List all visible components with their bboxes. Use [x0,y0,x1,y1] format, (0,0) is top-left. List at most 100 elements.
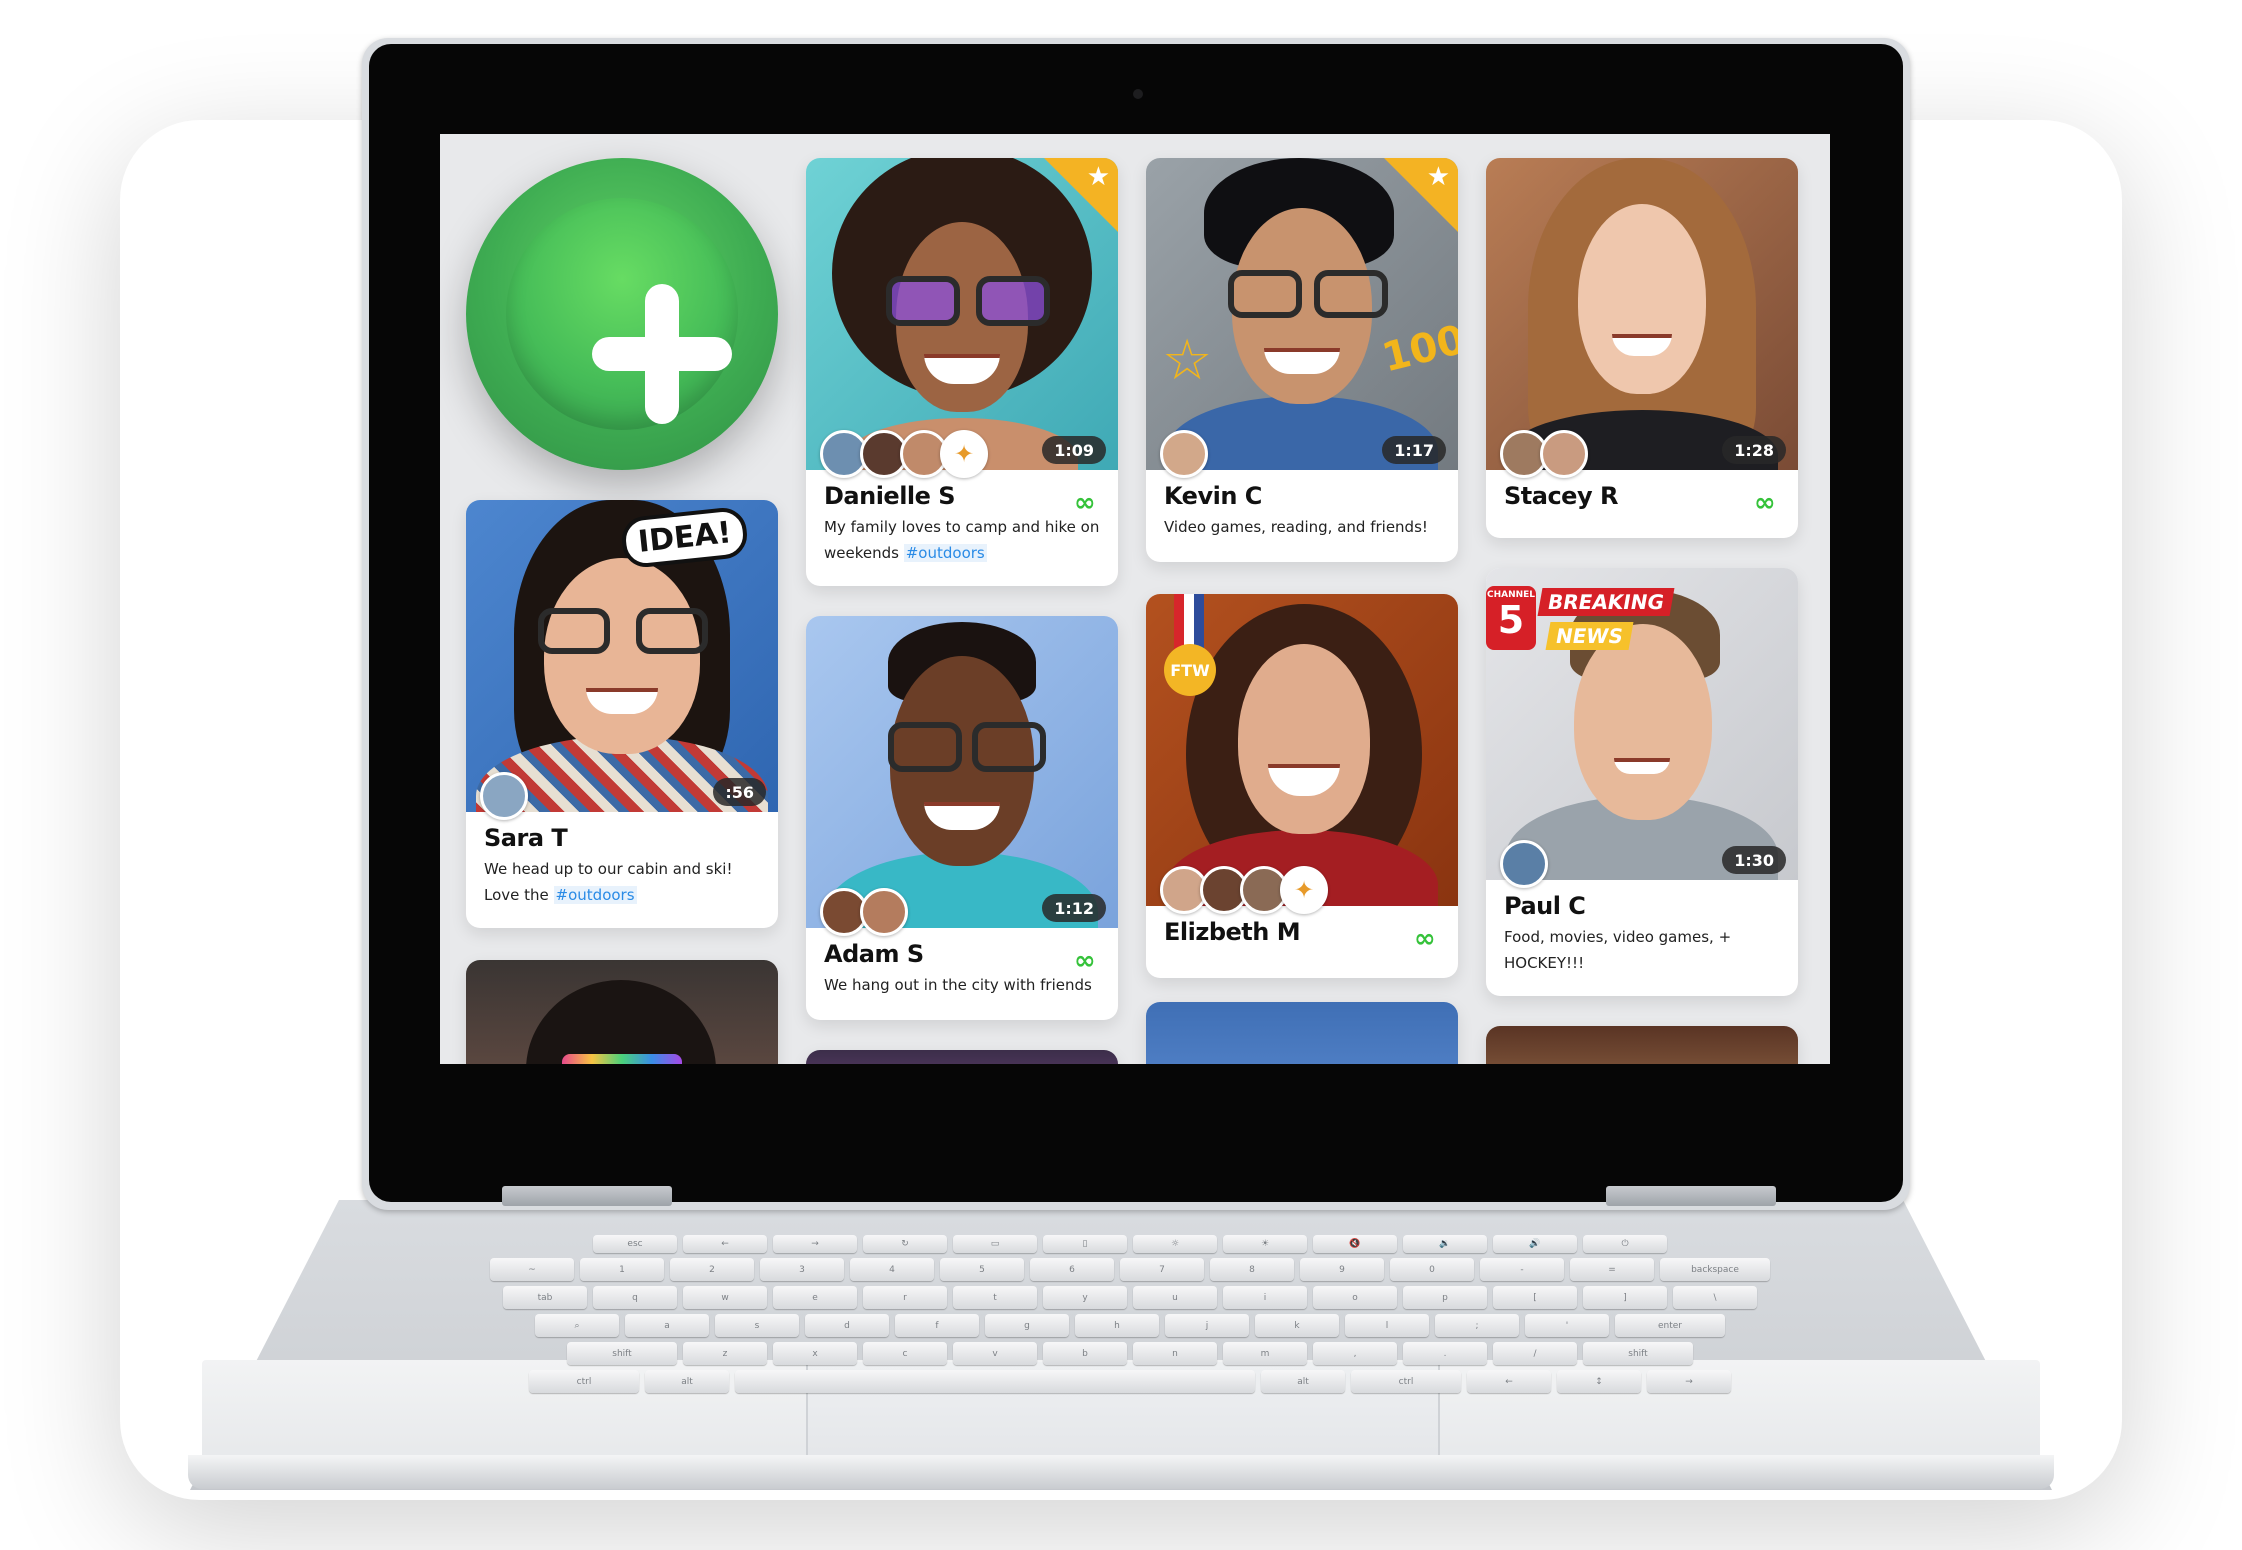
key[interactable]: 🔉 [1403,1235,1487,1253]
key[interactable]: ⏻ [1583,1235,1667,1253]
card-sara[interactable]: IDEA! :56 Sara T We head up to our cabin… [466,500,778,928]
key[interactable]: a [625,1314,709,1337]
key[interactable]: ↻ [863,1235,947,1253]
avatar [1540,430,1588,478]
key[interactable]: q [593,1286,677,1309]
key[interactable]: ~ [490,1258,574,1281]
key[interactable]: esc [593,1235,677,1253]
key[interactable]: ← [1467,1370,1551,1393]
key[interactable]: alt [1261,1370,1345,1393]
key[interactable]: f [895,1314,979,1337]
card-adam[interactable]: 1:12 ∞ Adam S We hang out in the city wi… [806,616,1118,1020]
hashtag-link[interactable]: #outdoors [553,886,637,904]
key[interactable]: → [1647,1370,1731,1393]
card-danielle[interactable]: ★ ✦ 1:09 ∞ Danielle S My family loves to… [806,158,1118,586]
key[interactable]: ☀ [1223,1235,1307,1253]
key[interactable]: [ [1493,1286,1577,1309]
key[interactable]: 8 [1210,1258,1294,1281]
key[interactable]: r [863,1286,947,1309]
card-body: Adam S We hang out in the city with frie… [824,940,1100,998]
key[interactable]: v [953,1342,1037,1365]
key[interactable]: z [683,1342,767,1365]
key[interactable]: y [1043,1286,1127,1309]
key[interactable]: n [1133,1342,1217,1365]
key[interactable]: ctrl [1351,1370,1461,1393]
key[interactable]: 0 [1390,1258,1474,1281]
key[interactable]: \ [1673,1286,1757,1309]
card-name: Sara T [484,824,568,852]
key[interactable]: p [1403,1286,1487,1309]
key[interactable]: 9 [1300,1258,1384,1281]
key[interactable]: 4 [850,1258,934,1281]
key[interactable]: h [1075,1314,1159,1337]
key[interactable]: shift [567,1342,677,1365]
card-elizbeth[interactable]: FTW ✦ ∞ Elizbeth M [1146,594,1458,978]
avatar-group [480,772,528,820]
key[interactable]: enter [1615,1314,1725,1337]
key[interactable]: t [953,1286,1037,1309]
camera-icon [1133,89,1143,99]
card-partial-4[interactable] [1486,1026,1798,1064]
key[interactable]: i [1223,1286,1307,1309]
card-kevin[interactable]: ☆ 100 ★ 1:17 Kevin C Video games, readin… [1146,158,1458,562]
keyboard-row: ctrl alt alt ctrl ← ↕ → [330,1370,1930,1393]
key[interactable]: 5 [940,1258,1024,1281]
key[interactable]: 3 [760,1258,844,1281]
card-photo: IDEA! [466,500,778,812]
key[interactable]: c [863,1342,947,1365]
card-partial-2[interactable] [806,1050,1118,1064]
key[interactable]: ← [683,1235,767,1253]
key[interactable]: , [1313,1342,1397,1365]
key[interactable]: ; [1435,1314,1519,1337]
key[interactable]: ctrl [529,1370,639,1393]
key[interactable]: j [1165,1314,1249,1337]
key[interactable]: ☼ [1133,1235,1217,1253]
key[interactable]: l [1345,1314,1429,1337]
key[interactable]: ↕ [1557,1370,1641,1393]
card-partial-1[interactable] [466,960,778,1064]
avatar [860,888,908,936]
key[interactable]: g [985,1314,1069,1337]
key[interactable]: shift [1583,1342,1693,1365]
card-stacey[interactable]: 1:28 ∞ Stacey R [1486,158,1798,538]
key[interactable]: u [1133,1286,1217,1309]
key[interactable]: k [1255,1314,1339,1337]
key[interactable]: ▯ [1043,1235,1127,1253]
key[interactable]: 2 [670,1258,754,1281]
key[interactable]: ⌕ [535,1314,619,1337]
card-body: Stacey R [1504,482,1780,510]
key[interactable]: . [1403,1342,1487,1365]
key[interactable]: alt [645,1370,729,1393]
key[interactable]: b [1043,1342,1127,1365]
key[interactable] [735,1370,1255,1393]
key[interactable]: 1 [580,1258,664,1281]
key[interactable]: x [773,1342,857,1365]
card-partial-3[interactable] [1146,1002,1458,1064]
key[interactable]: o [1313,1286,1397,1309]
key[interactable]: → [773,1235,857,1253]
hinge-right [1606,1186,1776,1206]
keyboard-row: esc ← → ↻ ▭ ▯ ☼ ☀ 🔇 🔉 🔊 ⏻ [330,1235,1930,1253]
key[interactable]: = [1570,1258,1654,1281]
key[interactable]: 🔇 [1313,1235,1397,1253]
key[interactable]: w [683,1286,767,1309]
key[interactable]: d [805,1314,889,1337]
key[interactable]: e [773,1286,857,1309]
duration-badge: 1:09 [1042,436,1106,464]
key[interactable]: m [1223,1342,1307,1365]
key[interactable]: 6 [1030,1258,1114,1281]
card-name: Paul C [1504,892,1586,920]
key[interactable]: ] [1583,1286,1667,1309]
key[interactable]: 7 [1120,1258,1204,1281]
hashtag-link[interactable]: #outdoors [903,544,987,562]
key[interactable]: s [715,1314,799,1337]
key[interactable]: ' [1525,1314,1609,1337]
key[interactable]: ▭ [953,1235,1037,1253]
key[interactable]: - [1480,1258,1564,1281]
key[interactable]: 🔊 [1493,1235,1577,1253]
card-paul[interactable]: CHANNEL 5 BREAKING NEWS 1:30 Paul C Food… [1486,568,1798,996]
key[interactable]: / [1493,1342,1577,1365]
key[interactable]: backspace [1660,1258,1770,1281]
new-button[interactable] [466,158,778,470]
key[interactable]: tab [503,1286,587,1309]
